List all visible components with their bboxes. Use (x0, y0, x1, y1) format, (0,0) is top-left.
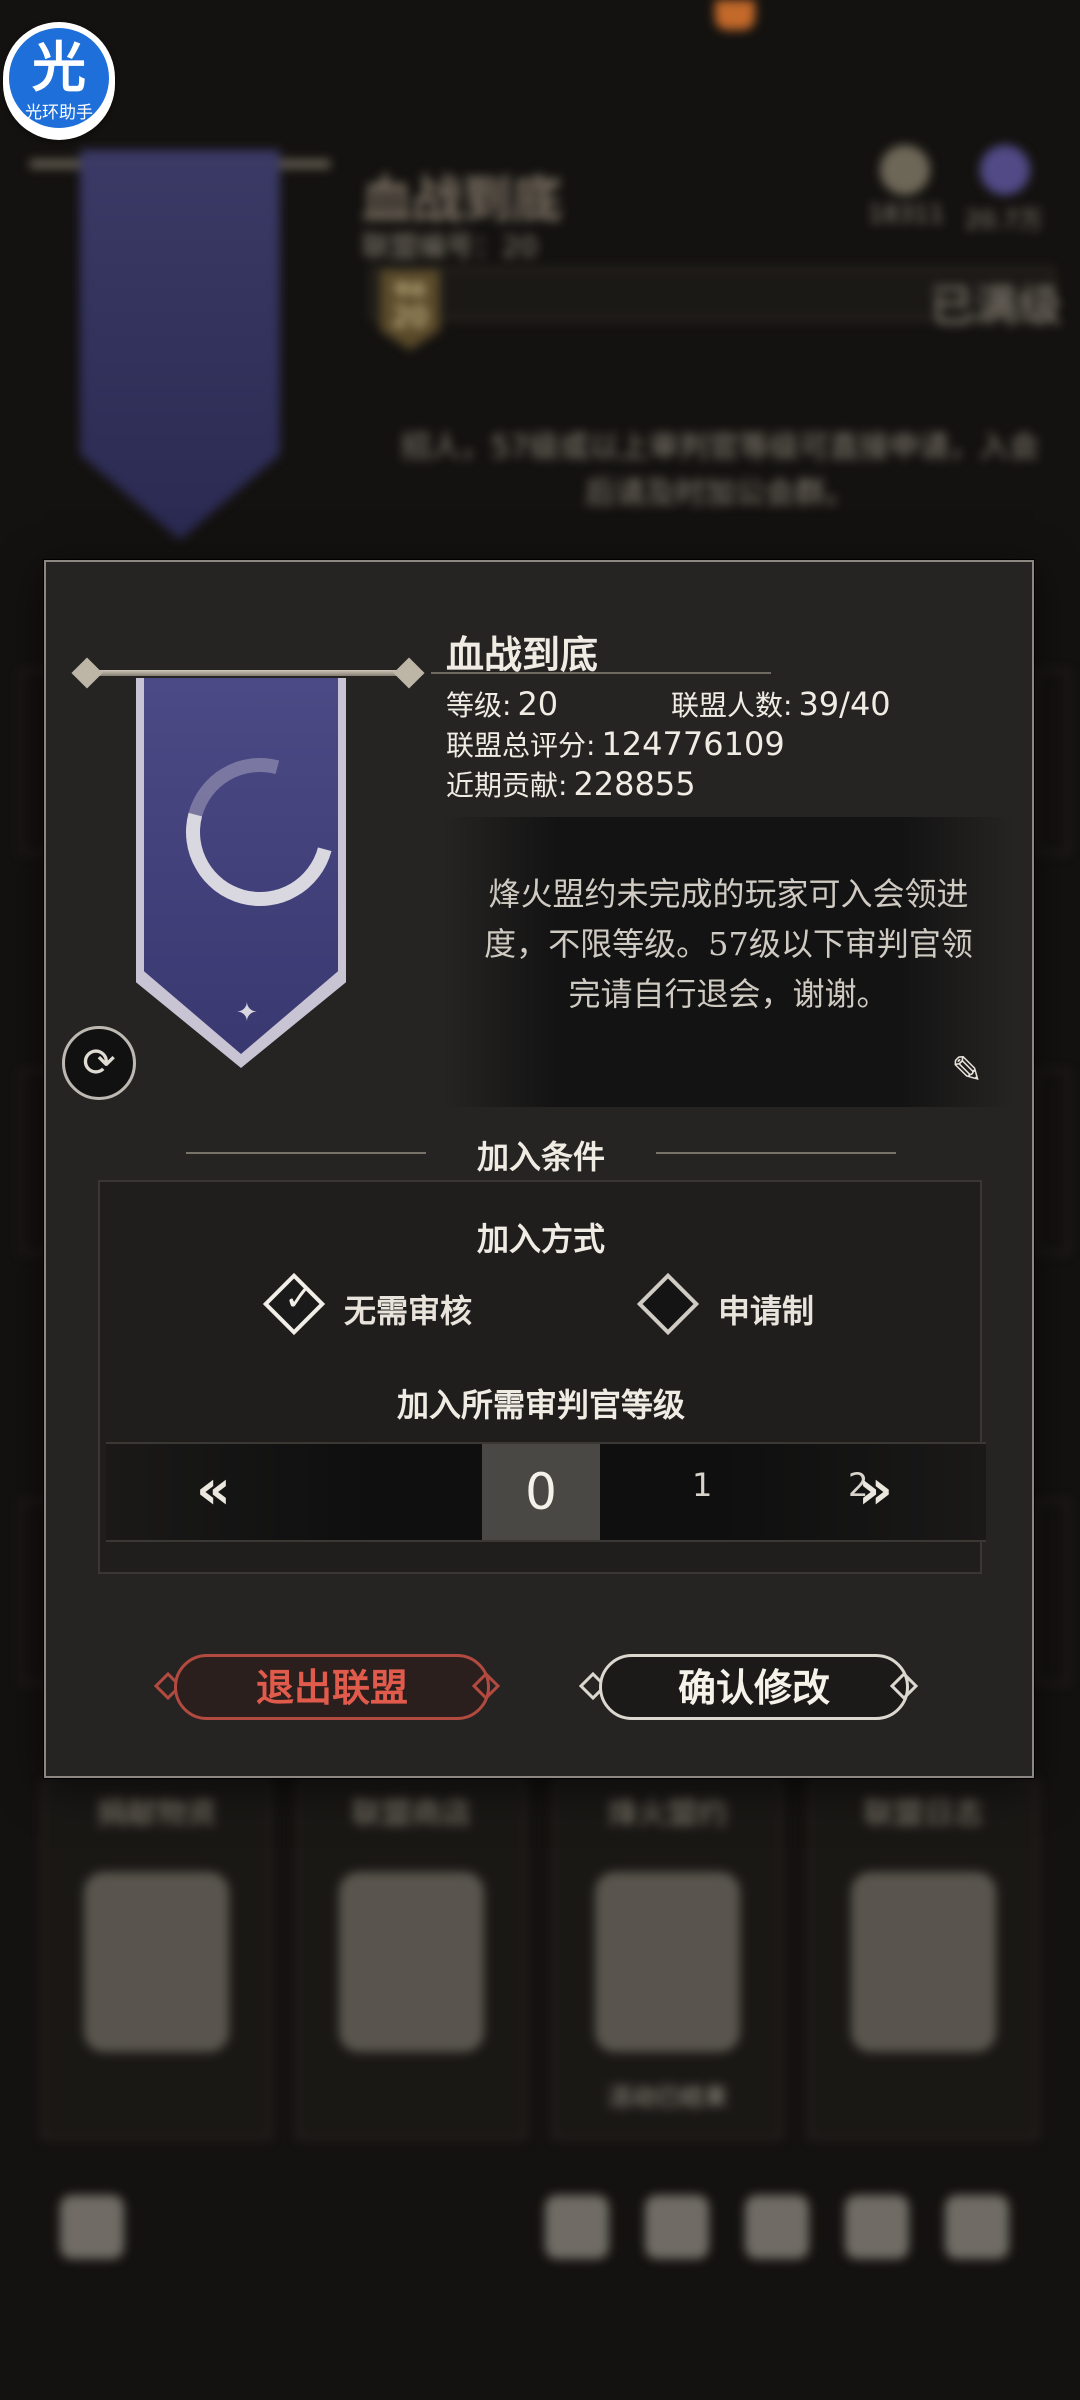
checkbox-unchecked-icon (636, 1272, 700, 1336)
bg-guild-name: 血战到底 (362, 171, 562, 229)
share-icon[interactable] (545, 2195, 609, 2259)
crescent-moon-icon (158, 730, 338, 934)
guild-name: 血战到底 (446, 633, 599, 677)
log-card[interactable]: 联盟日志 (809, 1780, 1038, 2139)
join-mode-title: 加入方式 (476, 1220, 605, 1258)
divider (431, 672, 771, 674)
guild-banner: ✦ (136, 678, 346, 1068)
members-icon[interactable] (645, 2195, 709, 2259)
bg-resource-2: 20.7万 (965, 206, 1043, 234)
members-label: 联盟人数: (671, 689, 793, 722)
search-icon[interactable] (745, 2195, 809, 2259)
guild-notice-box: 烽火盟约未完成的玩家可入会领进度，不限等级。57级以下审判官领完请自行退会，谢谢… (441, 817, 1016, 1107)
picker-selected: 0 (482, 1444, 600, 1540)
donate-card[interactable]: 捐献物资 (42, 1780, 271, 2139)
card-title: 捐献物资 (96, 1796, 217, 1831)
edit-notice-icon[interactable]: ✎ (944, 1047, 990, 1093)
scroll-icon (851, 1872, 996, 2052)
feather-icon (880, 145, 930, 195)
bg-side-box (1035, 1070, 1069, 1254)
members-value: 39/40 (798, 685, 891, 723)
bg-level-badge-label: 等级 (393, 280, 426, 299)
refresh-banner-button[interactable]: ⟳ (62, 1026, 136, 1100)
guild-notice: 烽火盟约未完成的玩家可入会领进度，不限等级。57级以下审判官领完请自行退会，谢谢… (484, 875, 973, 1013)
guild-contribution: 近期贡献: 228855 (446, 764, 696, 804)
level-picker[interactable]: « 0 1 2 » (106, 1442, 986, 1542)
watermark-glyph: 光 (32, 36, 86, 99)
bg-level-badge: 等级 20 (380, 270, 440, 350)
bg-side-box (1035, 1500, 1069, 1684)
bg-level-badge-value: 20 (392, 300, 428, 333)
guild-members: 联盟人数: 39/40 (671, 684, 891, 724)
contribution-label: 近期贡献: (446, 769, 568, 802)
guild-level: 等级: 20 (446, 684, 558, 724)
guild-score: 联盟总评分: 124776109 (446, 724, 785, 764)
quit-guild-button[interactable]: 退出联盟 (174, 1654, 490, 1720)
card-title: 联盟商店 (351, 1796, 472, 1831)
supplies-icon (84, 1872, 229, 2052)
rod-finial-icon (393, 657, 425, 689)
chevron-right-icon[interactable]: » (858, 1460, 893, 1520)
level-label: 等级: (446, 689, 512, 722)
refresh-icon: ⟳ (82, 1040, 116, 1086)
book-icon[interactable] (845, 2195, 909, 2259)
banner-rod (82, 670, 412, 676)
guild-settings-dialog: ✦ ⟳ 血战到底 等级: 20 联盟人数: 39/40 联盟总评分: 12477610… (44, 560, 1034, 1778)
watermark-text: 光环助手 (25, 103, 93, 123)
crystal-icon (980, 145, 1030, 195)
rod-finial-icon (71, 657, 103, 689)
bg-notice: 招人，57级或以上审判官等级可直接申请，入会后请及时加公会群。 (400, 430, 1040, 511)
back-icon[interactable] (60, 2195, 124, 2259)
confirm-changes-button[interactable]: 确认修改 (599, 1654, 909, 1720)
option-label: 无需审核 (344, 1292, 473, 1330)
score-label: 联盟总评分: (446, 729, 596, 762)
bg-guild-banner (80, 150, 280, 540)
option-no-review[interactable]: ✓ 无需审核 (262, 1272, 532, 1344)
join-conditions-title: 加入条件 (476, 1138, 605, 1176)
level-requirement-title: 加入所需审判官等级 (396, 1386, 685, 1424)
card-title: 联盟日志 (863, 1796, 984, 1831)
card-title: 烽火盟约 (607, 1796, 728, 1831)
shop-card[interactable]: 联盟商店 (297, 1780, 526, 2139)
score-value: 124776109 (601, 725, 785, 763)
knight-icon (339, 1872, 484, 2052)
option-application[interactable]: 申请制 (636, 1272, 886, 1344)
bg-side-box (1035, 670, 1069, 854)
contribution-value: 228855 (573, 765, 696, 803)
card-footer: 活动已结束 (607, 2083, 728, 2111)
swords-flags-icon (595, 1872, 740, 2052)
picker-selected-value: 0 (525, 1463, 557, 1521)
option-label: 申请制 (718, 1292, 815, 1330)
hall-icon[interactable] (945, 2195, 1009, 2259)
bg-resource-1: 18311 (868, 200, 945, 228)
top-decoration (715, 0, 755, 30)
picker-option[interactable]: 1 (692, 1466, 712, 1504)
pact-card[interactable]: 烽火盟约 活动已结束 (553, 1780, 782, 2139)
bg-guild-id: 联盟编号：20 (362, 230, 538, 263)
checkmark-icon: ✓ (284, 1278, 315, 1319)
bg-status: 已满级 (930, 281, 1062, 332)
star-icon: ✦ (236, 998, 258, 1028)
banner-cloth: ✦ (144, 678, 338, 1054)
watermark-logo: 光 光环助手 (9, 28, 109, 128)
app-watermark[interactable]: 光 光环助手 (3, 22, 115, 140)
chevron-left-icon[interactable]: « (196, 1460, 231, 1520)
level-value: 20 (517, 685, 559, 723)
